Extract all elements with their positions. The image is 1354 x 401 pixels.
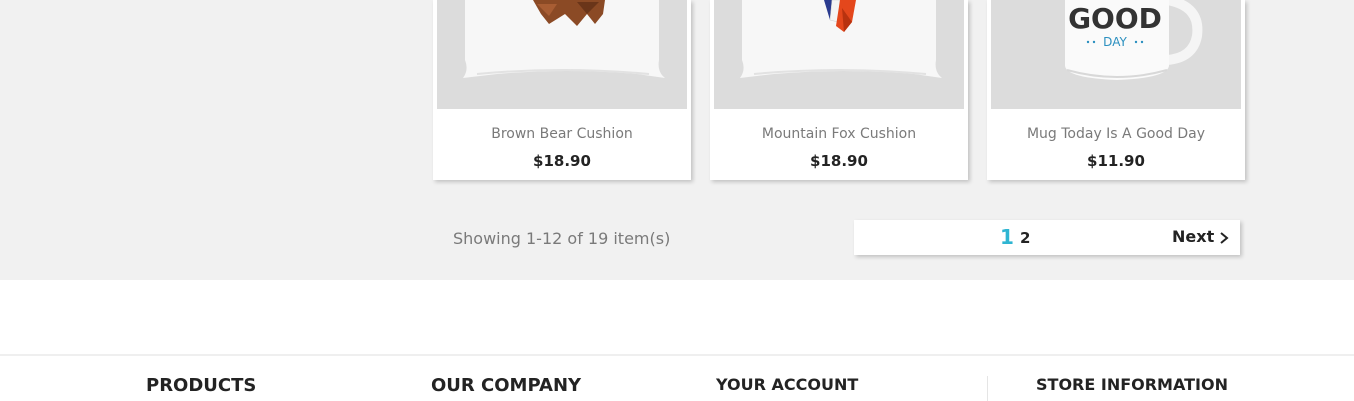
page-link-2[interactable]: 2	[1020, 229, 1030, 247]
product-card-mug[interactable]: GOOD DAY Mug Today Is A Good Day $11.90	[987, 0, 1245, 180]
product-listing-area: Brown Bear Cushion $18.90 Mountain Fox C…	[0, 0, 1354, 280]
product-price: $11.90	[1087, 152, 1145, 170]
pagination: 1 2 Next	[854, 220, 1240, 255]
product-price: $18.90	[810, 152, 868, 170]
product-name[interactable]: Mug Today Is A Good Day	[987, 126, 1245, 142]
chevron-right-icon[interactable]	[1217, 231, 1231, 245]
footer-divider	[0, 354, 1354, 356]
footer-heading-store-information: STORE INFORMATION	[1036, 375, 1228, 394]
product-thumbnail[interactable]	[437, 0, 687, 109]
mug-print-good: GOOD	[1068, 2, 1162, 35]
product-thumbnail[interactable]: GOOD DAY	[991, 0, 1241, 109]
footer-heading-your-account[interactable]: YOUR ACCOUNT	[716, 375, 858, 394]
page-link-current[interactable]: 1	[1000, 225, 1014, 249]
site-footer: PRODUCTS OUR COMPANY YOUR ACCOUNT STORE …	[0, 280, 1354, 401]
cushion-image	[740, 0, 942, 78]
footer-heading-products: PRODUCTS	[146, 375, 257, 396]
next-page-button[interactable]: Next	[1172, 227, 1214, 246]
footer-heading-our-company: OUR COMPANY	[431, 375, 582, 396]
product-card-brown-bear[interactable]: Brown Bear Cushion $18.90	[433, 0, 691, 180]
mug-print-day: DAY	[1103, 35, 1127, 49]
product-name[interactable]: Brown Bear Cushion	[433, 126, 691, 142]
product-card-mountain-fox[interactable]: Mountain Fox Cushion $18.90	[710, 0, 968, 180]
cushion-image	[463, 0, 665, 78]
product-name[interactable]: Mountain Fox Cushion	[710, 126, 968, 142]
mug-image: GOOD DAY	[1065, 0, 1203, 80]
results-summary: Showing 1-12 of 19 item(s)	[453, 229, 671, 248]
footer-column-divider	[987, 376, 988, 401]
product-price: $18.90	[533, 152, 591, 170]
product-thumbnail[interactable]	[714, 0, 964, 109]
